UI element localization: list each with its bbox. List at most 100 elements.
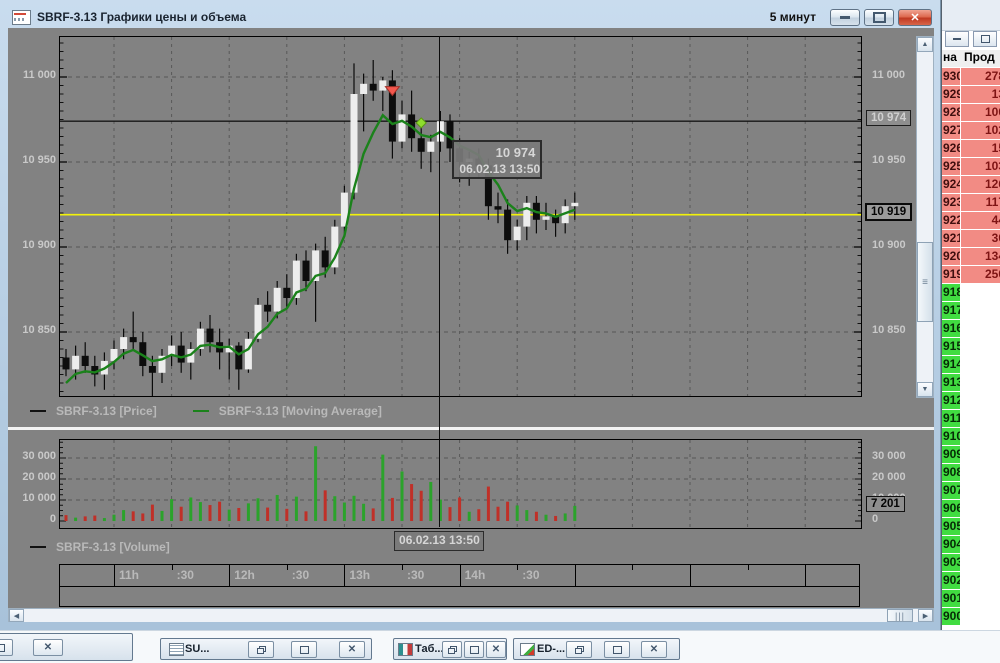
ask-size-cell: 15 xyxy=(960,140,1000,157)
ask-size-cell: 44 xyxy=(960,212,1000,229)
time-axis-label: 11h xyxy=(119,568,140,582)
tab-close-button[interactable]: ✕ xyxy=(641,641,667,658)
time-axis-half-hour-tick xyxy=(286,565,288,570)
order-book-ask-row[interactable]: 919250 xyxy=(942,266,1000,283)
order-book-bid-row[interactable]: 908 xyxy=(942,464,1000,481)
order-book-ask-row[interactable]: 92615 xyxy=(942,140,1000,157)
maximize-icon xyxy=(612,645,622,654)
panel-maximize-button[interactable] xyxy=(973,31,997,47)
order-book-bid-row[interactable]: 904 xyxy=(942,536,1000,553)
crosshair-datetime-value: 06.02.13 13:50 xyxy=(459,162,541,176)
order-book-ask-row[interactable]: 92130 xyxy=(942,230,1000,247)
bid-price-cell: 910 xyxy=(942,428,964,445)
taskbar-tab-partial[interactable]: ✕ xyxy=(0,633,133,661)
order-book-bid-row[interactable]: 911 xyxy=(942,410,1000,427)
screen: SBRF-3.13 Графики цены и объема 5 минут … xyxy=(0,0,1000,663)
maximize-icon xyxy=(299,645,309,654)
scroll-left-button[interactable]: ◀ xyxy=(9,609,24,622)
order-book-panel: на Прод 93027892913928100927102926159251… xyxy=(941,0,1000,663)
tab-maximize-button[interactable] xyxy=(291,641,317,658)
bid-size-cell xyxy=(960,320,1000,337)
horizontal-scrollbar-thumb[interactable]: ||| xyxy=(887,609,913,622)
order-book-bid-row[interactable]: 906 xyxy=(942,500,1000,517)
panel-minimize-button[interactable] xyxy=(945,31,969,47)
time-axis-hour-divider xyxy=(114,565,115,586)
ask-price-cell: 926 xyxy=(942,140,964,157)
order-book-bid-row[interactable]: 902 xyxy=(942,572,1000,589)
maximize-button[interactable] xyxy=(864,8,894,26)
order-book-bid-row[interactable]: 901 xyxy=(942,590,1000,607)
tab-maximize-button[interactable] xyxy=(0,639,13,656)
time-axis: 11h:30 12h:30 13h:30 14h:30 xyxy=(59,564,860,607)
order-book-ask-row[interactable]: 92244 xyxy=(942,212,1000,229)
order-book-ask-row[interactable]: 925103 xyxy=(942,158,1000,175)
order-book-ask-row[interactable]: 927102 xyxy=(942,122,1000,139)
scroll-down-button[interactable]: ▼ xyxy=(917,382,933,397)
order-book-bid-row[interactable]: 913 xyxy=(942,374,1000,391)
bid-size-cell xyxy=(960,590,1000,607)
tab-restore-button[interactable] xyxy=(566,641,592,658)
tab-close-button[interactable]: ✕ xyxy=(339,641,365,658)
order-book-ask-row[interactable]: 928100 xyxy=(942,104,1000,121)
volume-chart-svg xyxy=(60,440,861,528)
bid-price-cell: 905 xyxy=(942,518,964,535)
bid-price-cell: 900 xyxy=(942,608,964,625)
vertical-scrollbar[interactable]: ▲ ▼ ≡ xyxy=(916,36,934,398)
volume-axis-tick-label: 30 000 xyxy=(22,450,56,462)
time-axis-hour-divider xyxy=(805,565,807,586)
crosshair-price-value: 10 974 xyxy=(495,145,536,160)
order-book-bid-row[interactable]: 917 xyxy=(942,302,1000,319)
price-axis-tick-label-right: 10 900 xyxy=(872,239,906,251)
ask-price-cell: 919 xyxy=(942,266,964,283)
order-book-ask-row[interactable]: 924126 xyxy=(942,176,1000,193)
taskbar-tab-su[interactable]: SU... ✕ xyxy=(160,638,372,660)
time-axis-hour-divider xyxy=(229,565,231,586)
order-book-bid-row[interactable]: 916 xyxy=(942,320,1000,337)
order-book-bid-row[interactable]: 907 xyxy=(942,482,1000,499)
tab-restore-button[interactable] xyxy=(442,641,462,658)
scroll-right-button[interactable]: ▶ xyxy=(918,609,933,622)
close-button[interactable]: ✕ xyxy=(898,8,932,26)
bid-price-cell: 913 xyxy=(942,374,964,391)
order-book-bid-row[interactable]: 912 xyxy=(942,392,1000,409)
scroll-up-button[interactable]: ▲ xyxy=(917,37,933,52)
tab-close-button[interactable]: ✕ xyxy=(33,639,63,656)
bid-price-cell: 914 xyxy=(942,356,964,373)
order-book-bid-row[interactable]: 900 xyxy=(942,608,1000,625)
order-book-ask-row[interactable]: 923117 xyxy=(942,194,1000,211)
time-axis-label: 12h xyxy=(234,568,255,582)
taskbar-tab-tab[interactable]: Таб... ✕ xyxy=(393,638,507,660)
horizontal-scrollbar[interactable]: ◀ ▶ ||| xyxy=(8,608,934,622)
order-book-ask-row[interactable]: 92913 xyxy=(942,86,1000,103)
order-book-bid-row[interactable]: 910 xyxy=(942,428,1000,445)
ask-size-cell: 278 xyxy=(960,68,1000,85)
order-book-bid-row[interactable]: 903 xyxy=(942,554,1000,571)
tab-close-button[interactable]: ✕ xyxy=(486,641,506,658)
chart-app-icon xyxy=(12,9,31,25)
order-book-ask-row[interactable]: 920134 xyxy=(942,248,1000,265)
ask-price-cell: 921 xyxy=(942,230,964,247)
order-book-bid-row[interactable]: 909 xyxy=(942,446,1000,463)
bid-size-cell xyxy=(960,446,1000,463)
ask-size-cell: 13 xyxy=(960,86,1000,103)
price-chart-plot[interactable] xyxy=(59,36,862,397)
order-book-bid-row[interactable]: 918 xyxy=(942,284,1000,301)
order-book-ask-row[interactable]: 930278 xyxy=(942,68,1000,85)
tab-restore-button[interactable] xyxy=(248,641,274,658)
tab-maximize-button[interactable] xyxy=(604,641,630,658)
tab-maximize-button[interactable] xyxy=(464,641,484,658)
vertical-scrollbar-thumb[interactable]: ≡ xyxy=(917,242,933,322)
time-axis-label: 13h xyxy=(349,568,371,582)
volume-chart-plot[interactable] xyxy=(59,439,862,529)
order-book-bid-row[interactable]: 915 xyxy=(942,338,1000,355)
taskbar-tab-ed[interactable]: ED-... ✕ xyxy=(513,638,680,660)
bid-size-cell xyxy=(960,482,1000,499)
bid-size-cell xyxy=(960,374,1000,391)
ask-price-cell: 928 xyxy=(942,104,964,121)
minimize-button[interactable] xyxy=(830,8,860,26)
order-book-bid-row[interactable]: 905 xyxy=(942,518,1000,535)
ask-price-cell: 929 xyxy=(942,86,964,103)
volume-axis-tick-label-right: 30 000 xyxy=(872,450,906,462)
order-book-bid-row[interactable]: 914 xyxy=(942,356,1000,373)
legend-line-swatch xyxy=(192,410,209,412)
